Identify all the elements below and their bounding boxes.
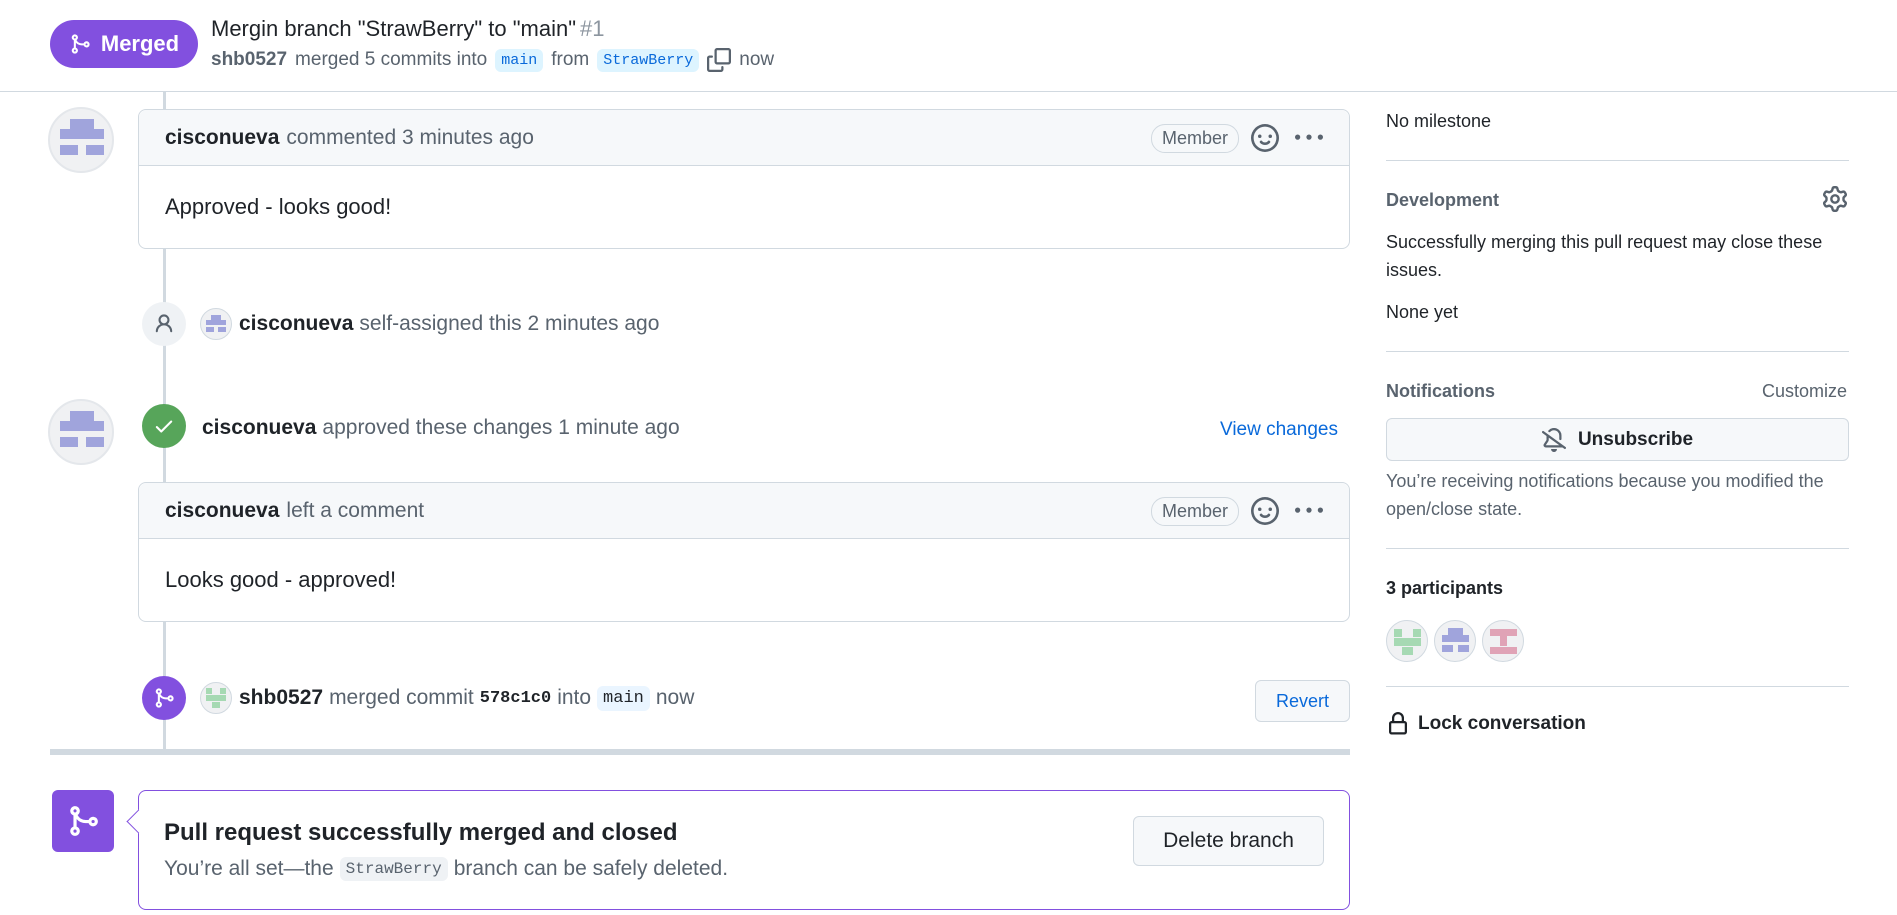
milestone-value: No milestone (1386, 111, 1492, 131)
development-heading: Development (1386, 190, 1500, 210)
comment-author[interactable]: cisconueva (165, 126, 279, 150)
event-text: approved these changes 1 minute ago (322, 416, 680, 439)
avatar[interactable] (200, 308, 232, 340)
sidebar-divider (1386, 548, 1849, 549)
avatar[interactable] (1482, 620, 1524, 662)
member-role-label: Member (1150, 497, 1239, 526)
avatar[interactable] (48, 107, 114, 173)
kebab-horizontal-icon[interactable] (1295, 497, 1323, 525)
customize-link[interactable]: Customize (1762, 381, 1847, 402)
person-icon (142, 302, 186, 346)
from-text: from (551, 49, 590, 70)
sidebar-divider (1386, 351, 1849, 352)
pr-title-text: Mergin branch "StrawBerry" to "main" (211, 16, 577, 41)
development-description: Successfully merging this pull request m… (1386, 232, 1823, 280)
comment-header: cisconueva left a comment Member (139, 483, 1349, 539)
unsubscribe-button[interactable]: Unsubscribe (1386, 418, 1849, 461)
self-assigned-event: cisconueva self-assigned this 2 minutes … (200, 308, 659, 340)
pr-number: #1 (580, 16, 605, 41)
merge-time: now (739, 49, 775, 70)
avatar[interactable] (1434, 620, 1476, 662)
comment-action[interactable]: commented 3 minutes ago (286, 126, 533, 150)
merge-status-box: Pull request successfully merged and clo… (138, 790, 1350, 910)
base-branch-chip[interactable]: main (597, 685, 650, 711)
comment-card: cisconueva left a comment Member Looks g… (138, 482, 1350, 622)
git-merge-icon (142, 676, 186, 720)
comment-card: cisconueva commented 3 minutes ago Membe… (138, 109, 1350, 249)
git-merge-icon (52, 790, 114, 852)
participants-avatars (1386, 620, 1524, 662)
smiley-icon[interactable] (1251, 124, 1279, 152)
smiley-icon[interactable] (1251, 497, 1279, 525)
event-author[interactable]: cisconueva (202, 416, 316, 440)
merge-status-description: You’re all set—the StrawBerry branch can… (164, 857, 728, 881)
avatar[interactable] (48, 399, 114, 465)
notifications-heading: Notifications (1386, 381, 1496, 401)
merge-desc-after: branch can be safely deleted. (453, 857, 729, 880)
merge-desc-before: You’re all set—the (164, 857, 334, 880)
pr-author-link[interactable]: shb0527 (211, 49, 287, 71)
comment-header: cisconueva commented 3 minutes ago Membe… (139, 110, 1349, 166)
pr-title: Mergin branch "StrawBerry" to "main" #1 (211, 16, 605, 42)
event-author[interactable]: shb0527 (239, 686, 323, 710)
participants-heading: 3 participants (1386, 578, 1504, 598)
comment-body: Approved - looks good! (165, 194, 392, 219)
event-author[interactable]: cisconueva (239, 312, 353, 336)
git-merge-icon (71, 34, 90, 54)
lock-icon (1389, 712, 1407, 735)
into-text: into (557, 686, 592, 709)
timeline-end-divider (50, 749, 1350, 755)
commit-sha-link[interactable]: 578c1c0 (480, 689, 551, 708)
merged-text: merged 5 commits into (295, 49, 488, 70)
merged-commit-event: shb0527 merged commit 578c1c0 into main … (200, 682, 694, 714)
head-branch-chip[interactable]: StrawBerry (597, 48, 700, 72)
avatar[interactable] (200, 682, 232, 714)
notification-reason: You’re receiving notifications because y… (1386, 471, 1824, 519)
gear-icon[interactable] (1822, 186, 1848, 212)
sidebar-divider (1386, 686, 1849, 687)
delete-branch-button[interactable]: Delete branch (1133, 816, 1324, 866)
lock-conversation-link[interactable]: Lock conversation (1386, 712, 1586, 736)
kebab-horizontal-icon[interactable] (1295, 124, 1323, 152)
event-text: self-assigned this 2 minutes ago (359, 312, 660, 335)
check-icon (142, 404, 186, 448)
merge-status-title: Pull request successfully merged and clo… (164, 819, 678, 846)
copy-icon[interactable] (707, 48, 732, 72)
revert-button[interactable]: Revert (1255, 680, 1350, 722)
sidebar-divider (1386, 160, 1849, 161)
base-branch-chip[interactable]: main (495, 48, 544, 72)
pr-sticky-header: Merged Mergin branch "StrawBerry" to "ma… (0, 0, 1897, 92)
comment-author[interactable]: cisconueva (165, 499, 279, 523)
bell-slash-icon (1541, 427, 1566, 452)
avatar[interactable] (1386, 620, 1428, 662)
comment-action: left a comment (286, 498, 425, 522)
event-text: merged commit (329, 686, 474, 709)
head-branch-chip: StrawBerry (339, 857, 448, 881)
member-role-label: Member (1150, 124, 1239, 153)
state-label: Merged (100, 31, 180, 56)
event-time[interactable]: now (656, 686, 695, 710)
merged-state-badge: Merged (50, 20, 198, 68)
lock-label: Lock conversation (1418, 713, 1586, 734)
development-none: None yet (1386, 302, 1459, 322)
unsubscribe-label: Unsubscribe (1577, 428, 1694, 450)
comment-body: Looks good - approved! (165, 567, 397, 592)
review-approved-event: cisconueva approved these changes 1 minu… (202, 416, 680, 440)
view-changes-link[interactable]: View changes (1220, 419, 1338, 441)
pr-meta-line: shb0527 merged 5 commits into main from … (211, 47, 774, 73)
